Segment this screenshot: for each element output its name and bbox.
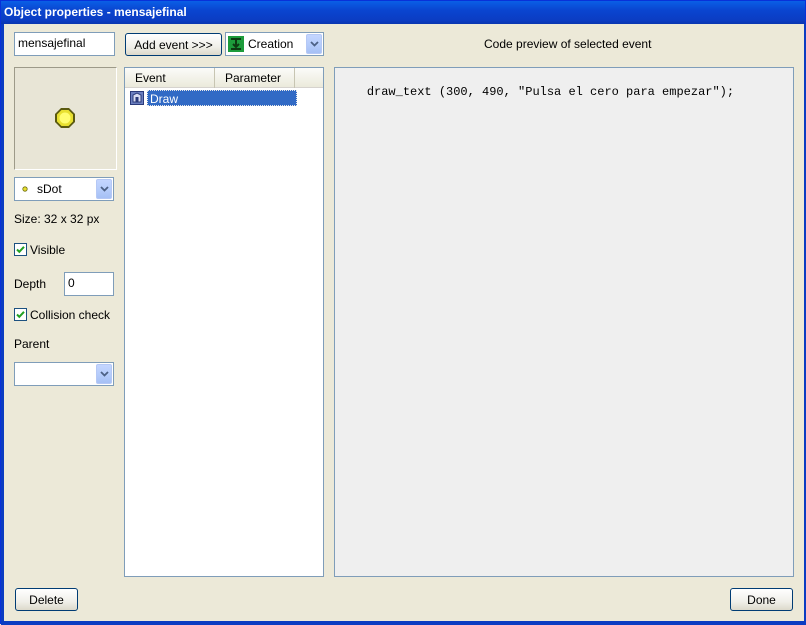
delete-button[interactable]: Delete (15, 588, 78, 611)
draw-event-icon (130, 91, 144, 105)
event-row-label: Draw (147, 90, 297, 106)
event-list[interactable]: Event Parameter Draw (124, 67, 324, 577)
parent-label: Parent (14, 337, 50, 351)
collision-checkbox[interactable] (14, 308, 27, 321)
visible-label: Visible (30, 243, 66, 257)
code-preview-title: Code preview of selected event (484, 37, 652, 51)
creation-event-icon (228, 36, 244, 52)
parent-select-arrow[interactable] (96, 364, 112, 384)
title-bar[interactable]: Object properties - mensajefinal (1, 1, 805, 24)
event-category-select[interactable]: Creation (225, 32, 324, 56)
column-header-parameter[interactable]: Parameter (215, 68, 295, 88)
event-list-header: Event Parameter (125, 68, 323, 88)
window-title: Object properties - mensajefinal (4, 5, 187, 19)
object-properties-window: Object properties - mensajefinal mensaje… (0, 0, 806, 625)
sprite-select-value: sDot (37, 182, 62, 196)
sprite-size-label: Size: 32 x 32 px (14, 212, 100, 226)
sprite-select-arrow[interactable] (96, 179, 112, 199)
sprite-small-icon (22, 186, 28, 192)
checkmark-icon (16, 246, 25, 254)
window-border-bottom (1, 621, 806, 625)
event-category-arrow[interactable] (306, 34, 322, 54)
chevron-down-icon (99, 371, 109, 377)
event-row-draw[interactable]: Draw (130, 90, 297, 106)
collision-label: Collision check (30, 308, 111, 322)
code-preview-area[interactable]: draw_text (300, 490, "Pulsa el cero para… (334, 67, 794, 577)
object-name-input[interactable]: mensajefinal (14, 32, 115, 56)
yellow-dot-icon (55, 108, 75, 128)
done-button[interactable]: Done (730, 588, 793, 611)
window-border-left (1, 24, 4, 622)
column-header-event[interactable]: Event (125, 68, 215, 88)
code-preview-text: draw_text (300, 490, "Pulsa el cero para… (366, 85, 735, 99)
depth-label: Depth (14, 277, 47, 291)
sprite-preview (14, 67, 117, 170)
add-event-button[interactable]: Add event >>> (125, 33, 222, 56)
checkmark-icon (16, 311, 25, 319)
object-name-value: mensajefinal (18, 36, 86, 50)
chevron-down-icon (309, 41, 319, 47)
chevron-down-icon (99, 186, 109, 192)
depth-input[interactable]: 0 (64, 272, 114, 296)
visible-checkbox[interactable] (14, 243, 27, 256)
event-category-value: Creation (248, 37, 294, 51)
parent-select[interactable] (14, 362, 114, 386)
depth-value: 0 (68, 276, 75, 290)
sprite-select[interactable]: sDot (14, 177, 114, 201)
